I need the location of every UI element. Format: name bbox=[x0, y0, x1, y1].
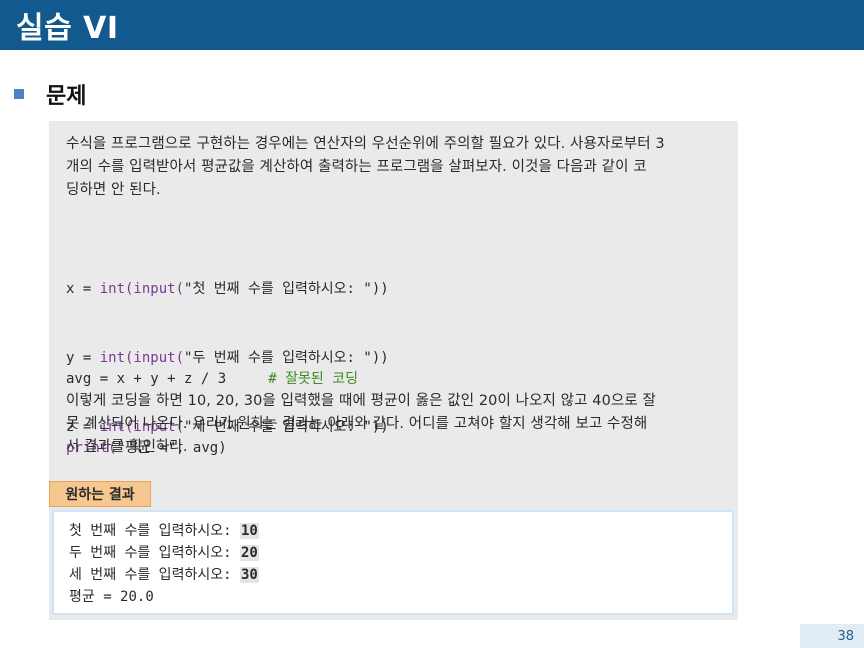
intro-line: 수식을 프로그램으로 구현하는 경우에는 연산자의 우선순위에 주의할 필요가 … bbox=[66, 136, 665, 152]
result-line: 첫 번째 수를 입력하시오: 10 bbox=[69, 520, 259, 542]
intro-line: 딩하면 안 된다. bbox=[66, 182, 161, 198]
result-tab-label: 원하는 결과 bbox=[49, 481, 151, 507]
result-value: 20 bbox=[239, 545, 259, 561]
result-prompt: 두 번째 수를 입력하시오: bbox=[69, 545, 240, 561]
problem-intro: 수식을 프로그램으로 구현하는 경우에는 연산자의 우선순위에 주의할 필요가 … bbox=[66, 133, 726, 202]
result-value: 10 bbox=[239, 523, 259, 539]
explanation-line: 서 결과를 확인하라. bbox=[66, 439, 188, 455]
code-line: x = int(input("첫 번째 수를 입력하시오: ")) bbox=[66, 278, 389, 301]
section-heading-label: 문제 bbox=[46, 84, 87, 109]
result-prompt: 세 번째 수를 입력하시오: bbox=[69, 567, 240, 583]
square-bullet-icon bbox=[14, 89, 24, 99]
code-avg-expr: avg = x + y + z / 3 bbox=[66, 371, 269, 387]
result-final-line: 평균 = 20.0 bbox=[69, 589, 154, 605]
result-line: 두 번째 수를 입력하시오: 20 bbox=[69, 542, 259, 564]
result-value: 30 bbox=[239, 567, 259, 583]
code-rest: "첫 번째 수를 입력하시오: ")) bbox=[184, 281, 389, 297]
code-func: int(input( bbox=[99, 281, 185, 297]
slide-title: 실습 VI bbox=[16, 11, 119, 46]
problem-explanation: 이렇게 코딩을 하면 10, 20, 30을 입력했을 때에 평균이 옳은 값인… bbox=[66, 390, 726, 459]
explanation-line: 이렇게 코딩을 하면 10, 20, 30을 입력했을 때에 평균이 옳은 값인… bbox=[66, 393, 656, 409]
code-comment: # 잘못된 코딩 bbox=[268, 371, 358, 387]
explanation-line: 못 계산되어 나온다. 우리가 원하는 결과는 아래와 같다. 어디를 고쳐야 … bbox=[66, 416, 648, 432]
section-heading: 문제 bbox=[14, 78, 86, 110]
result-line: 세 번째 수를 입력하시오: 30 bbox=[69, 564, 259, 586]
intro-line: 개의 수를 입력받아서 평균값을 계산하여 출력하는 프로그램을 살펴보자. 이… bbox=[66, 159, 647, 175]
result-prompt: 첫 번째 수를 입력하시오: bbox=[69, 523, 240, 539]
code-var: x = bbox=[66, 281, 100, 297]
title-bar: 실습 VI bbox=[0, 0, 864, 50]
code-line-avg: avg = x + y + z / 3 # 잘못된 코딩 bbox=[66, 368, 358, 391]
page-number: 38 bbox=[800, 624, 864, 648]
result-output-box: 첫 번째 수를 입력하시오: 10 두 번째 수를 입력하시오: 20 세 번째… bbox=[52, 510, 734, 615]
